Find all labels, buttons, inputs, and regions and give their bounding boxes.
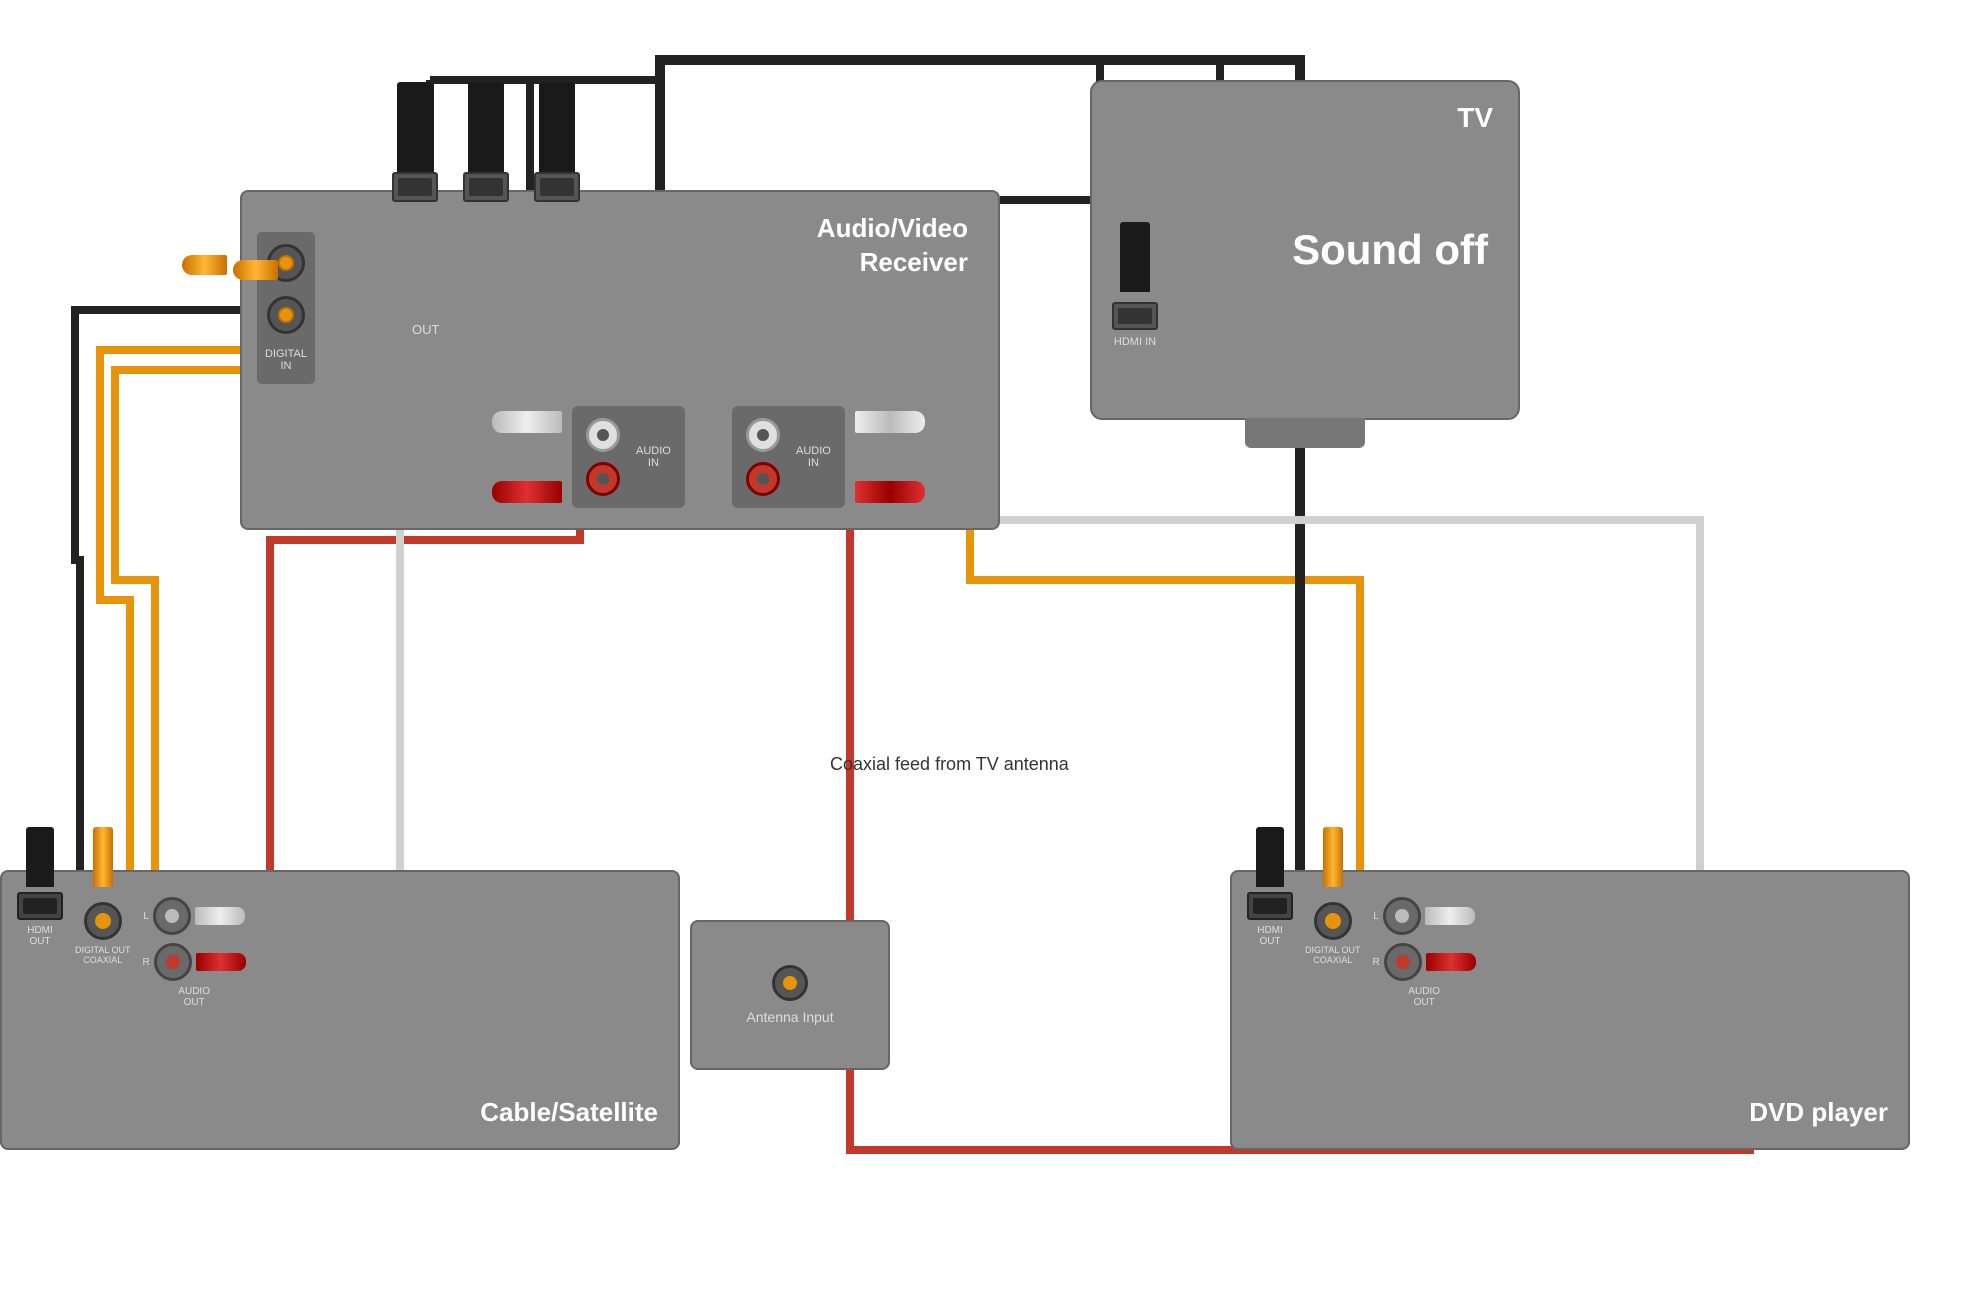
dvd-hdmi-out-label: HDMIOUT bbox=[1257, 925, 1283, 947]
coaxial-feed-label: Coaxial feed from TV antenna bbox=[830, 750, 1069, 779]
receiver-box: OUT Audio/VideoReceiver DIGITALIN bbox=[240, 190, 1000, 530]
sound-off-label: Sound off bbox=[1292, 226, 1488, 274]
dvd-audio-out-label: AUDIOOUT bbox=[1408, 986, 1440, 1008]
audio-in-red-port-1 bbox=[586, 462, 620, 496]
digital-in-label: DIGITALIN bbox=[265, 348, 307, 372]
audio-in-panel-right: AUDIOIN bbox=[732, 406, 845, 508]
cable-audio-out-label: AUDIOOUT bbox=[178, 986, 210, 1008]
cable-hdmi-out-label: HDMIOUT bbox=[27, 925, 53, 947]
dvd-digital-out-group: DIGITAL OUTCOAXIAL bbox=[1305, 892, 1361, 965]
cable-satellite-box: Cable/Satellite HDMIOUT DIGITAL bbox=[0, 870, 680, 1150]
audio-in-red-port-2 bbox=[746, 462, 780, 496]
digital-in-port-2 bbox=[267, 296, 305, 334]
tv-hdmi-in: HDMI IN bbox=[1112, 222, 1158, 348]
cable-digital-out-label: DIGITAL OUTCOAXIAL bbox=[75, 945, 131, 965]
tv-stand bbox=[1245, 418, 1365, 448]
tv-hdmi-in-label: HDMI IN bbox=[1114, 336, 1156, 348]
receiver-label: Audio/VideoReceiver bbox=[817, 212, 968, 280]
antenna-port bbox=[772, 965, 808, 1001]
dvd-hdmi-out-group: HDMIOUT bbox=[1247, 892, 1293, 947]
cable-audio-out-group: L R bbox=[143, 892, 246, 1008]
dvd-digital-out-label: DIGITAL OUTCOAXIAL bbox=[1305, 945, 1361, 965]
receiver-hdmi-port-3 bbox=[534, 82, 580, 202]
audio-in-white-port-1 bbox=[586, 418, 620, 452]
receiver-hdmi-port-1 bbox=[392, 82, 438, 202]
tv-box: TV Sound off HDMI IN bbox=[1090, 80, 1520, 420]
audio-in-panel-left: AUDIOIN bbox=[572, 406, 685, 508]
dvd-audio-out-group: L R bbox=[1373, 892, 1476, 1008]
dvd-player-box: DVD player HDMIOUT DIGITAL OUTCOAXIAL bbox=[1230, 870, 1910, 1150]
antenna-label: Antenna Input bbox=[746, 1009, 833, 1025]
antenna-input-box: Antenna Input bbox=[690, 920, 890, 1070]
receiver-hdmi-port-2 bbox=[463, 82, 509, 202]
dvd-label: DVD player bbox=[1749, 1097, 1888, 1128]
diagram-container: OUT Audio/VideoReceiver DIGITALIN bbox=[0, 0, 1986, 1305]
audio-in-label-1: AUDIOIN bbox=[636, 445, 671, 469]
tv-label: TV bbox=[1457, 102, 1493, 134]
audio-in-white-port-2 bbox=[746, 418, 780, 452]
cable-hdmi-out-group: HDMIOUT bbox=[17, 892, 63, 947]
cable-digital-out-group: DIGITAL OUTCOAXIAL bbox=[75, 892, 131, 965]
hdmi-out-label: OUT bbox=[412, 322, 439, 337]
cable-label: Cable/Satellite bbox=[480, 1097, 658, 1128]
audio-in-label-2: AUDIOIN bbox=[796, 445, 831, 469]
